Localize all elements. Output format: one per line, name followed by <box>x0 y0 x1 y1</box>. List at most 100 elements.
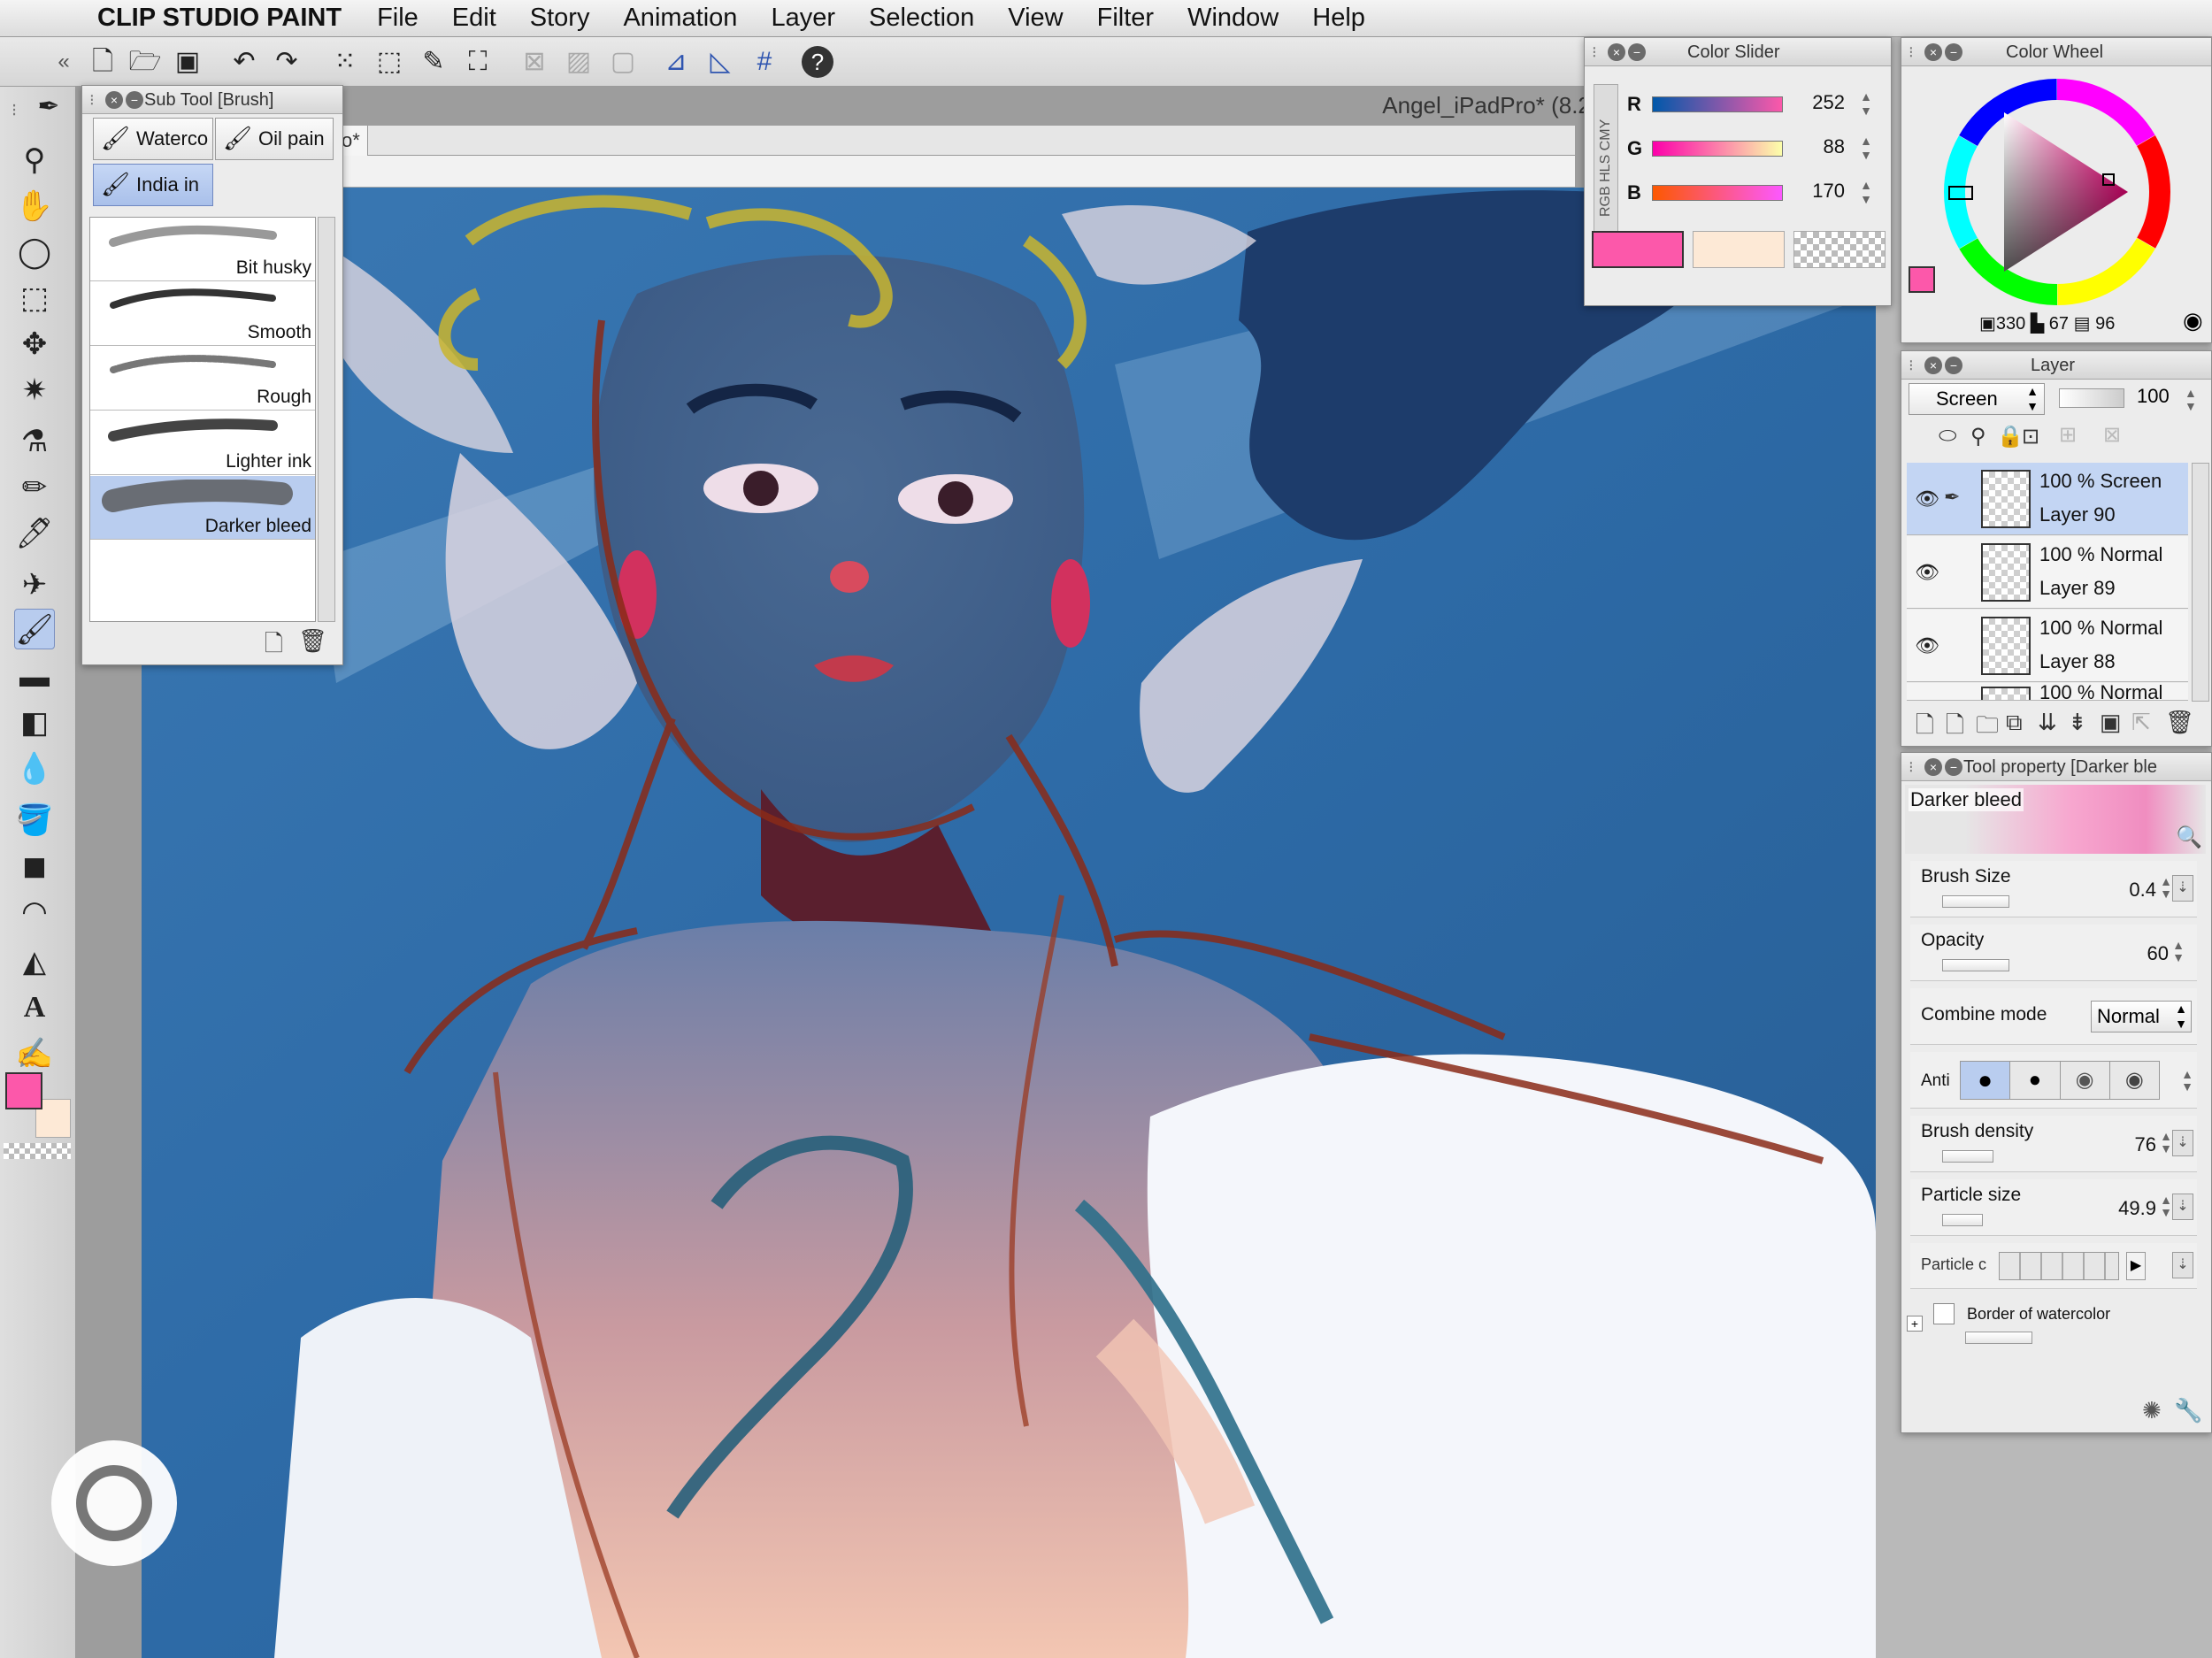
opacity-spinner-icon[interactable]: ▲ ▼ <box>2185 387 2197 413</box>
ruler-icon[interactable]: ◭ <box>14 941 55 982</box>
transparent-swatch[interactable] <box>1793 231 1886 268</box>
brush-item-smooth[interactable]: Smooth <box>90 282 315 346</box>
blue-value[interactable]: 170 <box>1801 180 1845 203</box>
opacity-slider[interactable] <box>1942 959 2009 971</box>
grip-icon[interactable]: ⁝ <box>1909 753 1914 781</box>
minimize-icon[interactable]: − <box>1945 357 1962 374</box>
green-value[interactable]: 88 <box>1801 135 1845 158</box>
crop-icon[interactable]: ▢ <box>605 44 641 80</box>
particle-size-spinner-icon[interactable]: ▲ ▼ <box>2160 1194 2172 1218</box>
object-select-icon[interactable]: ⬚ <box>14 278 55 319</box>
color-mode-tabs[interactable]: RGB HLS CMY <box>1594 84 1618 252</box>
clip-icon[interactable]: ⬭ <box>1939 424 1957 449</box>
color-wheel-mode-icon[interactable]: ◉ <box>2183 307 2203 334</box>
particle-dynamics-icon[interactable]: ⇣ <box>2172 1252 2193 1278</box>
help-icon[interactable]: ? <box>802 46 833 78</box>
fill-icon[interactable]: ▨ <box>561 44 596 80</box>
minimize-icon[interactable]: − <box>1628 43 1646 61</box>
hand-icon[interactable]: ✋ <box>14 186 55 226</box>
brush-size-slider[interactable] <box>1942 895 2009 908</box>
close-icon[interactable]: × <box>1924 758 1942 776</box>
wrench-icon[interactable]: 🔧 <box>2174 1397 2202 1424</box>
merge-down-icon[interactable]: ⇊ <box>2038 709 2057 736</box>
hue-ring[interactable] <box>1942 77 2172 307</box>
trash-icon[interactable]: 🗑 <box>2165 709 2194 736</box>
grip-icon[interactable]: ⁝ <box>5 90 23 131</box>
minimize-icon[interactable]: − <box>1945 43 1962 61</box>
grip-icon[interactable]: ⁝ <box>89 86 95 114</box>
menu-animation[interactable]: Animation <box>623 4 737 33</box>
text-tool-icon[interactable]: A <box>14 987 55 1028</box>
brush-size-value[interactable]: 0.4 <box>2129 879 2156 902</box>
foreground-color-chip[interactable] <box>5 1072 42 1109</box>
menu-help[interactable]: Help <box>1312 4 1365 33</box>
opacity-slider[interactable] <box>2059 388 2124 408</box>
red-value[interactable]: 252 <box>1801 91 1845 114</box>
close-icon[interactable]: × <box>1924 43 1942 61</box>
reset-settings-icon[interactable]: ✺ <box>2142 1397 2162 1424</box>
menu-selection[interactable]: Selection <box>869 4 974 33</box>
zoom-icon[interactable]: ⚲ <box>14 140 55 180</box>
figure-icon[interactable]: ◠ <box>14 892 55 933</box>
particle-options[interactable] <box>1999 1252 2119 1280</box>
layer-row[interactable]: 👁 100 % Normal Layer 88 <box>1907 610 2188 682</box>
anti-weak-icon[interactable]: ● <box>2010 1062 2061 1099</box>
pencil-icon[interactable]: ✏ <box>14 467 55 508</box>
select-all-icon[interactable]: ⁙ <box>327 44 363 80</box>
move-layer-icon[interactable]: ✥ <box>14 324 55 365</box>
grip-icon[interactable]: ⁝ <box>1592 38 1597 66</box>
close-icon[interactable]: × <box>1924 357 1942 374</box>
canvas-artwork[interactable] <box>142 188 1876 1658</box>
layer-scrollbar[interactable] <box>2192 463 2209 702</box>
brush-list-scrollbar[interactable] <box>318 217 335 622</box>
lasso-icon[interactable]: ◯ <box>14 232 55 272</box>
sub-color-swatch[interactable] <box>1693 231 1785 268</box>
anti-medium-icon[interactable]: ◉ <box>2061 1062 2110 1099</box>
layer-row[interactable]: 👁 100 % Normal Layer 89 <box>1907 536 2188 609</box>
particle-size-dynamics-icon[interactable]: ⇣ <box>2172 1194 2193 1220</box>
open-folder-icon[interactable]: 🗁 <box>127 44 163 80</box>
magnify-icon[interactable]: 🔍 <box>2176 825 2202 850</box>
menu-filter[interactable]: Filter <box>1097 4 1154 33</box>
border-watercolor-slider[interactable] <box>1965 1332 2032 1344</box>
pen-icon[interactable]: 🖊 <box>14 513 55 554</box>
eraser-icon[interactable]: ◧ <box>14 702 55 743</box>
blend-icon[interactable]: 💧 <box>14 748 55 789</box>
menu-story[interactable]: Story <box>530 4 590 33</box>
particle-size-value[interactable]: 49.9 <box>2118 1197 2156 1220</box>
scale-icon[interactable]: ⛶ <box>460 44 495 80</box>
main-color-swatch[interactable] <box>1592 231 1684 268</box>
menu-view[interactable]: View <box>1008 4 1063 33</box>
trash-icon[interactable]: 🗑 <box>298 627 327 655</box>
sub-tool-tab-oil-paint[interactable]: 🖌 Oil pain <box>215 118 334 160</box>
particle-arrow-icon[interactable]: ▶ <box>2126 1252 2146 1280</box>
pen-nib-icon[interactable]: ✒ <box>35 87 62 127</box>
eye-icon[interactable]: 👁 <box>1914 561 1940 583</box>
blend-mode-select[interactable]: Screen ▲ ▼ <box>1909 383 2045 415</box>
brush-size-dynamics-icon[interactable]: ⇣ <box>2172 875 2193 902</box>
brush-size-spinner-icon[interactable]: ▲ ▼ <box>2160 875 2172 900</box>
menu-app-name[interactable]: CLIP STUDIO PAINT <box>97 4 342 33</box>
brush-density-dynamics-icon[interactable]: ⇣ <box>2172 1130 2193 1156</box>
layer-row[interactable]: 100 % Normal <box>1907 683 2188 701</box>
create-sub-tool-icon[interactable]: 🗋 <box>265 627 283 666</box>
ruler-layer-icon[interactable]: ⊠ <box>2103 422 2121 448</box>
new-vector-layer-icon[interactable]: 🗋 <box>1946 709 1964 748</box>
anti-strong-icon[interactable]: ◉ <box>2110 1062 2159 1099</box>
magic-wand-icon[interactable]: ✷ <box>14 370 55 411</box>
close-icon[interactable]: × <box>1608 43 1625 61</box>
eye-icon[interactable]: 👁 <box>1914 634 1940 656</box>
undo-icon[interactable]: ↶ <box>227 44 262 80</box>
minimize-icon[interactable]: − <box>1945 758 1962 776</box>
snap-ruler-icon[interactable]: ⊿ <box>658 44 694 80</box>
opacity-value[interactable]: 60 <box>2147 942 2169 965</box>
airbrush-icon[interactable]: ✈ <box>14 564 55 605</box>
anti-none-icon[interactable]: ● <box>1961 1062 2011 1099</box>
blue-spinner-icon[interactable]: ▲ ▼ <box>1855 178 1877 208</box>
layer-opacity-value[interactable]: 100 <box>2137 385 2170 408</box>
combine-mode-select[interactable]: Normal ▲ ▼ <box>2091 1001 2192 1032</box>
save-icon[interactable]: ▣ <box>170 44 205 80</box>
minimize-icon[interactable]: − <box>126 91 143 109</box>
gradient-icon[interactable]: ◼ <box>14 846 55 887</box>
brush-density-slider[interactable] <box>1942 1150 1993 1163</box>
